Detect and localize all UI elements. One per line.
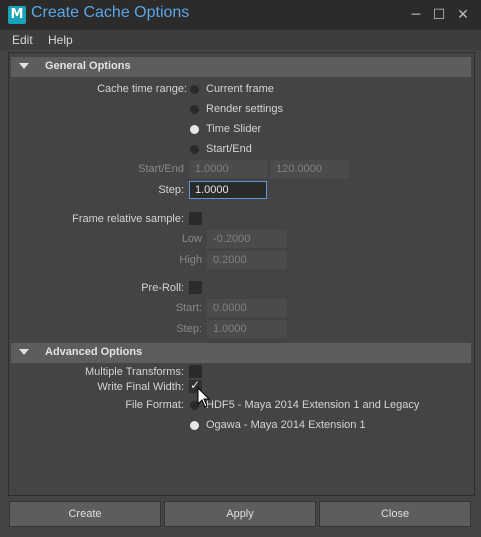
end-field[interactable]: 120.0000: [270, 160, 349, 178]
pre-roll-checkbox[interactable]: [189, 281, 202, 294]
options-panel: General Options Cache time range: Curren…: [8, 52, 475, 496]
start-end-label: Start/End: [138, 163, 184, 175]
radio-start-end-label[interactable]: Start/End: [206, 143, 252, 155]
multiple-transforms-checkbox[interactable]: [189, 365, 202, 378]
collapse-arrow-icon[interactable]: [19, 349, 29, 355]
pre-roll-start-label: Start:: [175, 302, 202, 314]
high-field[interactable]: 0.2000: [207, 251, 287, 269]
close-icon[interactable]: ✕: [454, 6, 472, 24]
advanced-options-title: Advanced Options: [45, 346, 143, 358]
radio-time-slider-label[interactable]: Time Slider: [206, 123, 261, 135]
low-field[interactable]: -0.2000: [207, 230, 287, 248]
apply-button[interactable]: Apply: [164, 501, 316, 527]
maximize-icon[interactable]: ☐: [430, 6, 448, 24]
write-final-width-label: Write Final Width:: [97, 381, 184, 393]
pre-roll-label: Pre-Roll:: [141, 282, 184, 294]
mouse-cursor-icon: [197, 387, 211, 408]
radio-ogawa-label[interactable]: Ogawa - Maya 2014 Extension 1: [206, 419, 366, 431]
radio-start-end[interactable]: [190, 145, 199, 154]
radio-render-settings[interactable]: [190, 105, 199, 114]
pre-roll-step-label: Step:: [176, 323, 202, 335]
low-label: Low: [181, 233, 202, 245]
collapse-arrow-icon[interactable]: [19, 63, 29, 69]
frame-relative-sample-label: Frame relative sample:: [72, 213, 184, 225]
step-label: Step:: [158, 184, 184, 196]
pre-roll-start-field[interactable]: 0.0000: [207, 299, 287, 317]
menu-help[interactable]: Help: [48, 33, 73, 47]
title-bar[interactable]: M Create Cache Options ─ ☐ ✕: [0, 0, 481, 30]
menu-bar: Edit Help: [0, 30, 481, 50]
window-title: Create Cache Options: [31, 4, 190, 21]
general-options-header[interactable]: General Options: [11, 57, 471, 77]
maya-logo-icon: M: [8, 6, 26, 24]
minimize-icon[interactable]: ─: [407, 6, 425, 24]
frame-relative-sample-checkbox[interactable]: [189, 212, 202, 225]
pre-roll-step-field[interactable]: 1.0000: [207, 320, 287, 338]
start-field[interactable]: 1.0000: [189, 160, 267, 178]
create-button[interactable]: Create: [9, 501, 161, 527]
advanced-options-header[interactable]: Advanced Options: [11, 343, 471, 363]
high-label: High: [179, 254, 202, 266]
radio-render-settings-label[interactable]: Render settings: [206, 103, 283, 115]
radio-current-frame[interactable]: [190, 85, 199, 94]
cache-time-range-label: Cache time range:: [97, 83, 187, 95]
step-field[interactable]: 1.0000: [189, 181, 267, 199]
radio-hdf5-label[interactable]: HDF5 - Maya 2014 Extension 1 and Legacy: [206, 399, 419, 411]
close-button[interactable]: Close: [319, 501, 471, 527]
create-cache-options-window: M Create Cache Options ─ ☐ ✕ Edit Help G…: [0, 0, 481, 537]
radio-ogawa[interactable]: [190, 421, 199, 430]
file-format-label: File Format:: [125, 399, 184, 411]
radio-current-frame-label[interactable]: Current frame: [206, 83, 274, 95]
radio-time-slider[interactable]: [190, 125, 199, 134]
general-options-title: General Options: [45, 60, 131, 72]
menu-edit[interactable]: Edit: [12, 33, 33, 47]
multiple-transforms-label: Multiple Transforms:: [84, 366, 184, 378]
